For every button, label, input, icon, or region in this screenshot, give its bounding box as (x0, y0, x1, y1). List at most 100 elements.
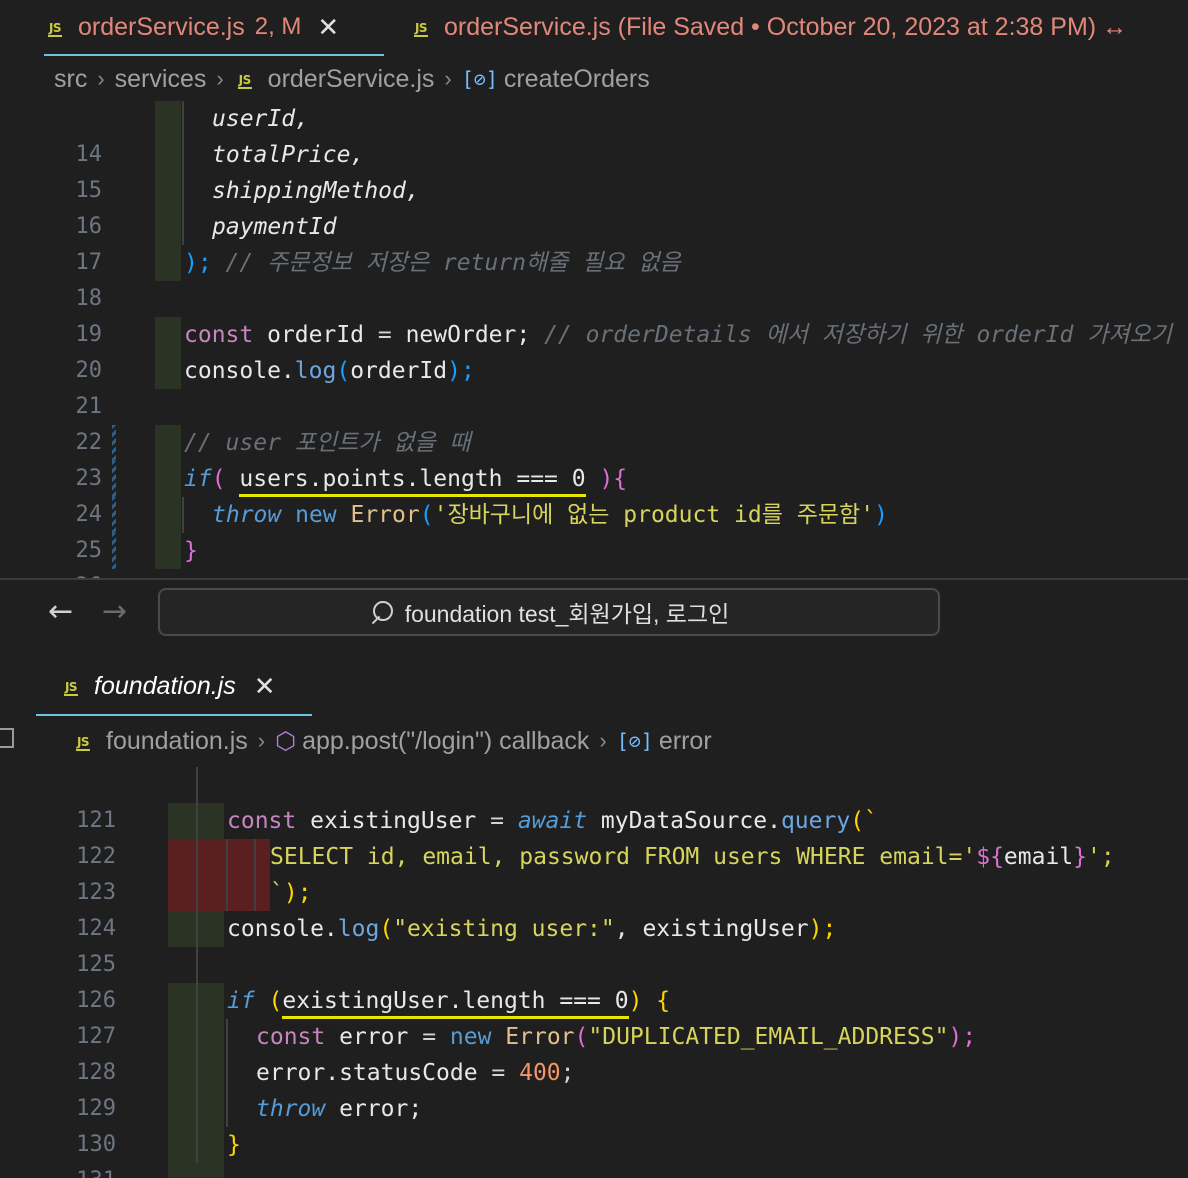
code-line: 124 `); (0, 875, 1188, 941)
breadcrumb-item[interactable]: orderService.js (268, 65, 435, 94)
chevron-right-icon: › (97, 66, 105, 91)
code-token: if (184, 466, 212, 492)
indent-guide (182, 101, 184, 137)
bottom-editor-group: JS foundation.js ✕ JS foundation.js › ⬡ … (0, 644, 1188, 1178)
code-token: orderId (253, 322, 378, 348)
code-text: shippingMethod, (212, 178, 420, 204)
tab-label: foundation.js (94, 671, 236, 700)
code-token: await (503, 808, 588, 834)
close-icon[interactable]: ✕ (254, 671, 276, 702)
code-line: 129 error.statusCode = 400; (0, 1055, 1188, 1121)
top-tab-bar: JS orderService.js 2, M ✕ JS orderServic… (0, 0, 1188, 56)
code-token: ( (211, 466, 240, 492)
code-token: if (227, 988, 255, 1014)
search-icon (369, 599, 395, 625)
code-string: "DUPLICATED_EMAIL_ADDRESS" (588, 1024, 949, 1050)
indent-guide (196, 803, 198, 839)
code-token: ( (336, 358, 351, 384)
gutter-change-marker (155, 497, 181, 533)
code-token: email (1003, 844, 1074, 870)
code-token: = (490, 808, 504, 834)
code-token: error (325, 1024, 423, 1050)
gutter-change-marker (155, 353, 181, 389)
indent-guide (254, 875, 256, 911)
code-token: ( (419, 502, 434, 528)
code-token: } (1073, 844, 1088, 870)
breadcrumb-item[interactable]: app.post("/login") callback (302, 727, 589, 756)
code-line: 14 userId, (0, 101, 1188, 167)
code-line: 20 const orderId = newOrder; // orderDet… (0, 317, 1188, 383)
cube-icon: ⬡ (275, 727, 297, 755)
code-line: 17 paymentId (0, 209, 1188, 275)
indent-guide (196, 767, 198, 803)
code-line: 126 (0, 947, 1188, 1013)
indent-guide (196, 1127, 198, 1163)
code-token: const (227, 808, 297, 834)
breadcrumb-item[interactable]: createOrders (504, 65, 650, 94)
arrow-left-icon[interactable]: ← (48, 594, 73, 629)
command-center-search[interactable]: foundation test_회원가입, 로그인 (158, 588, 940, 636)
breadcrumb-item[interactable]: src (54, 65, 87, 94)
code-string: SELECT id, email, password FROM users WH… (270, 844, 977, 870)
code-token: newOrder; (391, 322, 531, 348)
tab-problem-status: 2, M (254, 13, 302, 40)
split-icon[interactable] (0, 728, 14, 748)
js-file-icon: JS (237, 73, 252, 89)
code-token: throw (256, 1096, 326, 1122)
breadcrumb: JS foundation.js › ⬡ app.post("/login") … (72, 721, 712, 761)
breadcrumb-item[interactable]: foundation.js (106, 727, 248, 756)
symbol-variable-icon: [⊘] (461, 67, 498, 91)
indent-guide (196, 947, 198, 983)
compare-icon[interactable]: ↔ (1102, 13, 1127, 42)
gutter-change-marker (168, 1163, 224, 1178)
gutter-change-marker (155, 245, 181, 281)
indent-guide (196, 911, 198, 947)
code-token: (` (850, 808, 878, 834)
code-token: query (780, 808, 851, 834)
tab-orderservice[interactable]: JS orderService.js 2, M ✕ (44, 0, 384, 56)
line-number: 26 (0, 569, 103, 578)
code-token: Error (336, 502, 420, 528)
js-file-icon: JS (63, 680, 79, 696)
code-token: existingUser (296, 808, 491, 834)
tab-orderservice-timeline[interactable]: JS orderService.js (File Saved • October… (410, 0, 1127, 54)
code-token: const (256, 1024, 326, 1050)
tab-foundation[interactable]: JS foundation.js ✕ (36, 658, 312, 716)
close-icon[interactable]: ✕ (317, 12, 339, 43)
arrow-right-icon[interactable]: → (102, 594, 127, 629)
code-line: 127 if (existingUser.length === 0) { (0, 983, 1188, 1049)
code-editor-top[interactable]: 14 userId, 15 totalPrice, 16 shippingMet… (0, 101, 1188, 578)
gutter-edit-stripe (112, 461, 116, 497)
code-editor-bottom[interactable]: 121 122 const existingUser = await myDat… (0, 767, 1188, 1178)
code-line: 24 if( users.points.length === 0 ){ (0, 461, 1188, 527)
indent-guide (226, 839, 228, 875)
code-token: log (337, 916, 380, 942)
tab-label: orderService.js (78, 12, 245, 41)
code-token: ; (560, 1060, 575, 1086)
indent-guide (226, 875, 228, 911)
code-line: 21 console.log(orderId); (0, 353, 1188, 419)
js-file-icon: JS (47, 21, 63, 37)
code-line: 122 const existingUser = await myDataSou… (0, 803, 1188, 869)
code-line: 16 shippingMethod, (0, 173, 1188, 239)
js-file-icon: JS (413, 21, 429, 37)
indent-guide (226, 1019, 228, 1055)
gutter-change-marker (155, 533, 181, 569)
indent-guide (182, 137, 184, 173)
code-line: 131 } (0, 1127, 1188, 1178)
code-warning-squiggle[interactable]: users.points.length === 0 (239, 466, 586, 497)
gutter-change-marker (155, 101, 181, 137)
breadcrumb-item[interactable]: error (659, 727, 712, 756)
code-token: new (281, 502, 337, 528)
code-token: ); (283, 880, 312, 906)
code-string: ` (270, 880, 284, 906)
indent-guide (196, 983, 198, 1019)
code-token: = (491, 1060, 506, 1086)
code-line: 22 (0, 389, 1188, 455)
breadcrumb: src › services › JS orderService.js › [⊘… (54, 59, 650, 99)
indent-guide (182, 173, 184, 209)
breadcrumb-item[interactable]: services (115, 65, 207, 94)
code-string: '; (1087, 844, 1115, 870)
code-warning-squiggle[interactable]: existingUser.length === 0 (282, 988, 629, 1019)
code-line: 19 (0, 281, 1188, 347)
